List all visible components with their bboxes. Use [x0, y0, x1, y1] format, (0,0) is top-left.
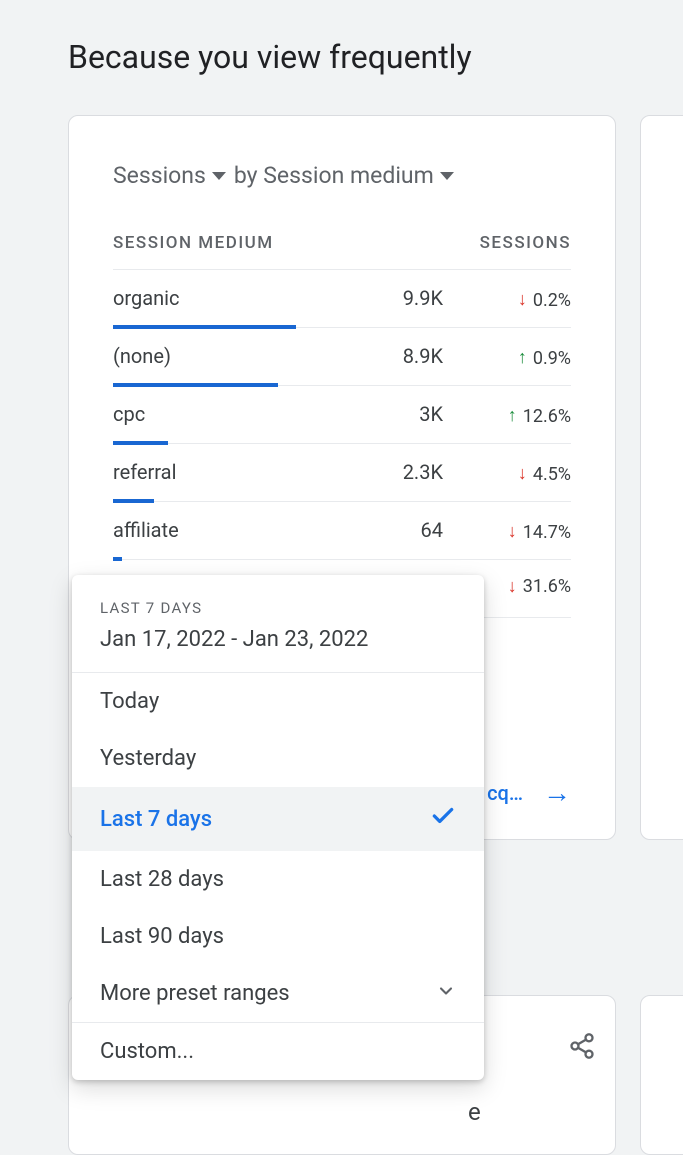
row-value: 64 [383, 518, 443, 542]
arrow-right-icon[interactable]: → [543, 776, 571, 809]
row-name: cpc [113, 402, 145, 426]
table-row[interactable]: (none) 8.9K ↑ 0.9% [113, 328, 571, 386]
popover-daterange: Jan 17, 2022 - Jan 23, 2022 [100, 627, 456, 652]
col-header-sessions: SESSIONS [480, 233, 571, 253]
dimension-label: by Session medium [234, 162, 434, 189]
card-header: Sessions by Session medium [113, 162, 571, 189]
daterange-option-last7[interactable]: Last 7 days [72, 787, 484, 851]
row-change: ↑ 0.9% [461, 348, 571, 369]
daterange-option-today[interactable]: Today [72, 673, 484, 730]
metric-dropdown[interactable]: Sessions [113, 162, 226, 189]
row-change: ↑ 12.6% [461, 406, 571, 427]
col-header-medium: SESSION MEDIUM [113, 233, 274, 253]
row-change: ↓ 0.2% [461, 290, 571, 311]
arrow-up-icon: ↑ [508, 407, 517, 425]
adjacent-lower-card [640, 995, 683, 1155]
arrow-down-icon: ↓ [508, 578, 517, 596]
popover-sublabel: LAST 7 DAYS [100, 599, 456, 617]
row-name: referral [113, 460, 176, 484]
table-row[interactable]: cpc 3K ↑ 12.6% [113, 386, 571, 444]
row-change: ↓ 14.7% [461, 522, 571, 543]
daterange-option-custom[interactable]: Custom... [72, 1023, 484, 1080]
card-footer: cq… → [487, 776, 571, 809]
row-value: 3K [383, 402, 443, 426]
chevron-down-icon [436, 981, 456, 1006]
metric-label: Sessions [113, 162, 206, 189]
table-row[interactable]: organic 9.9K ↓ 0.2% [113, 270, 571, 328]
row-change: ↓ 4.5% [461, 464, 571, 485]
daterange-popover: LAST 7 DAYS Jan 17, 2022 - Jan 23, 2022 … [72, 575, 484, 1080]
table-row[interactable]: affiliate 64 ↓ 14.7% [113, 502, 571, 560]
share-icon[interactable] [568, 1032, 596, 1067]
daterange-option-last90[interactable]: Last 90 days [72, 908, 484, 965]
row-value: 2.3K [383, 460, 443, 484]
arrow-down-icon: ↓ [508, 523, 517, 541]
arrow-down-icon: ↓ [518, 291, 527, 309]
adjacent-card [640, 115, 683, 840]
row-name: (none) [113, 344, 171, 368]
dimension-dropdown[interactable]: by Session medium [234, 162, 454, 189]
row-name: affiliate [113, 518, 179, 542]
table-row[interactable]: referral 2.3K ↓ 4.5% [113, 444, 571, 502]
daterange-option-yesterday[interactable]: Yesterday [72, 730, 484, 787]
table-header: SESSION MEDIUM SESSIONS [113, 233, 571, 270]
daterange-option-last28[interactable]: Last 28 days [72, 851, 484, 908]
chevron-down-icon [440, 172, 454, 180]
row-name: organic [113, 286, 179, 310]
arrow-up-icon: ↑ [518, 349, 527, 367]
arrow-down-icon: ↓ [518, 465, 527, 483]
check-icon [430, 803, 456, 835]
footer-link[interactable]: cq… [487, 781, 523, 805]
row-value: 9.9K [383, 286, 443, 310]
popover-header: LAST 7 DAYS Jan 17, 2022 - Jan 23, 2022 [72, 575, 484, 673]
page-title: Because you view frequently [0, 0, 683, 76]
row-value: 8.9K [383, 344, 443, 368]
chevron-down-icon [212, 172, 226, 180]
partial-text: e [468, 1098, 481, 1126]
daterange-option-more[interactable]: More preset ranges [72, 965, 484, 1022]
